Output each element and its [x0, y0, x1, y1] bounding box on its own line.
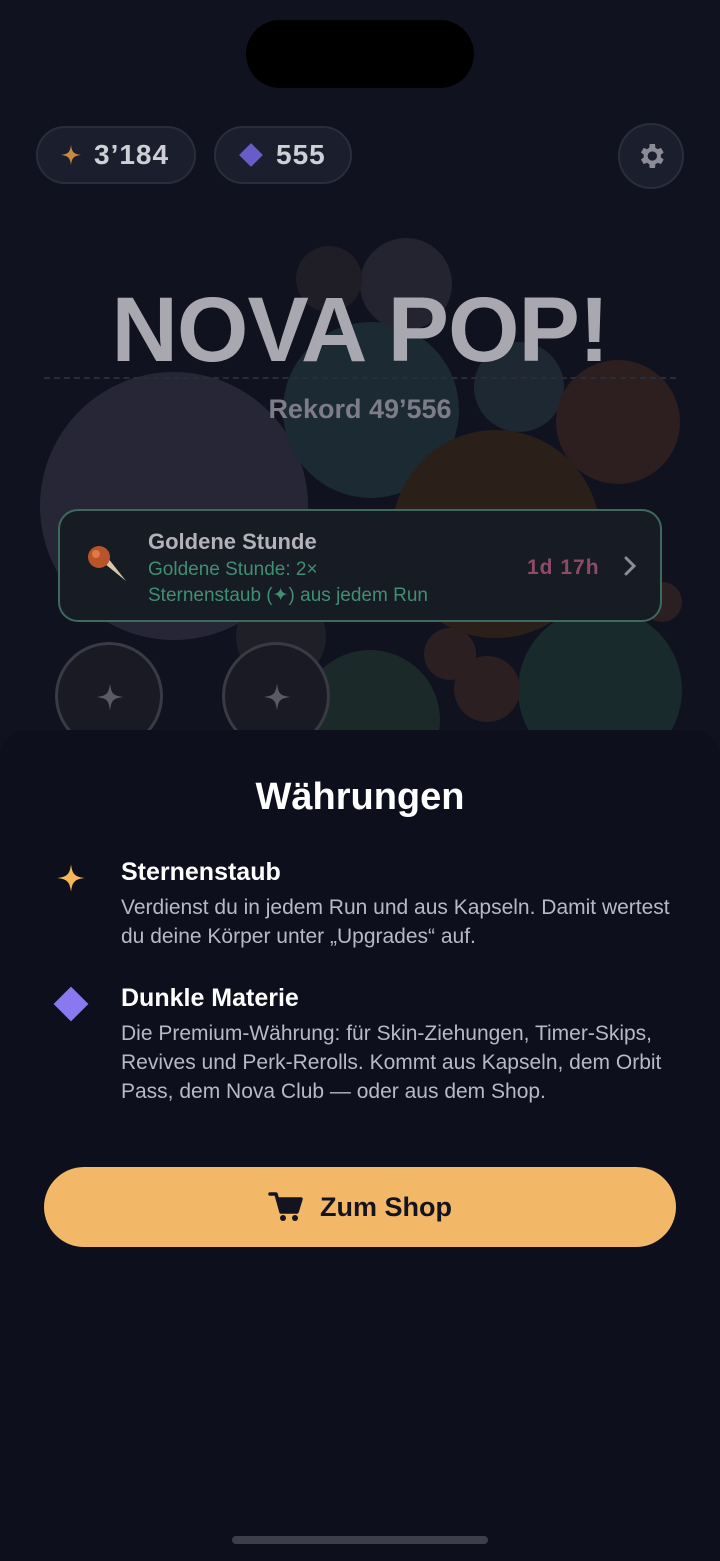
- star-icon: [56, 863, 86, 898]
- shop-button[interactable]: Zum Shop: [44, 1167, 676, 1247]
- currency-description: Die Premium-Währung: für Skin-Ziehungen,…: [121, 1022, 662, 1103]
- diamond-icon: [238, 142, 264, 168]
- stardust-counter[interactable]: 3’184: [36, 126, 196, 184]
- sheet-title: Währungen: [255, 776, 465, 818]
- dark-matter-value: 555: [276, 139, 326, 170]
- diamond-icon: [52, 985, 90, 1028]
- sparkle-icon: [263, 683, 291, 711]
- currency-title: Dunkle Materie: [121, 984, 299, 1012]
- settings-button[interactable]: [618, 123, 684, 189]
- dark-matter-counter[interactable]: 555: [214, 126, 352, 184]
- currency-title: Sternenstaub: [121, 858, 281, 886]
- event-subtitle: Sternenstaub (✦) aus jedem Run: [148, 585, 428, 606]
- comet-icon: [84, 541, 130, 592]
- sparkle-icon: [96, 683, 124, 711]
- event-subtitle: Goldene Stunde: 2×: [148, 559, 318, 580]
- event-title: Goldene Stunde: [148, 529, 317, 554]
- game-title: NOVA POP!: [111, 279, 609, 381]
- gear-icon: [641, 144, 664, 168]
- planet-bubble: [454, 656, 520, 722]
- cart-icon: [268, 1192, 303, 1221]
- event-banner[interactable]: Goldene Stunde Goldene Stunde: 2× Sterne…: [58, 509, 662, 622]
- event-timer: 1d 17h: [527, 556, 600, 579]
- dynamic-island: [246, 20, 474, 88]
- stardust-value: 3’184: [94, 139, 170, 170]
- chevron-right-icon: [620, 553, 640, 584]
- currency-description: Verdienst du in jedem Run und aus Kapsel…: [121, 896, 670, 948]
- record-score: Rekord 49’556: [268, 394, 452, 424]
- star-icon: [60, 144, 82, 166]
- shop-button-label: Zum Shop: [320, 1191, 452, 1222]
- currencies-sheet: Währungen Sternenstaub Verdienst du in j…: [0, 730, 720, 1561]
- home-indicator[interactable]: [232, 1536, 488, 1544]
